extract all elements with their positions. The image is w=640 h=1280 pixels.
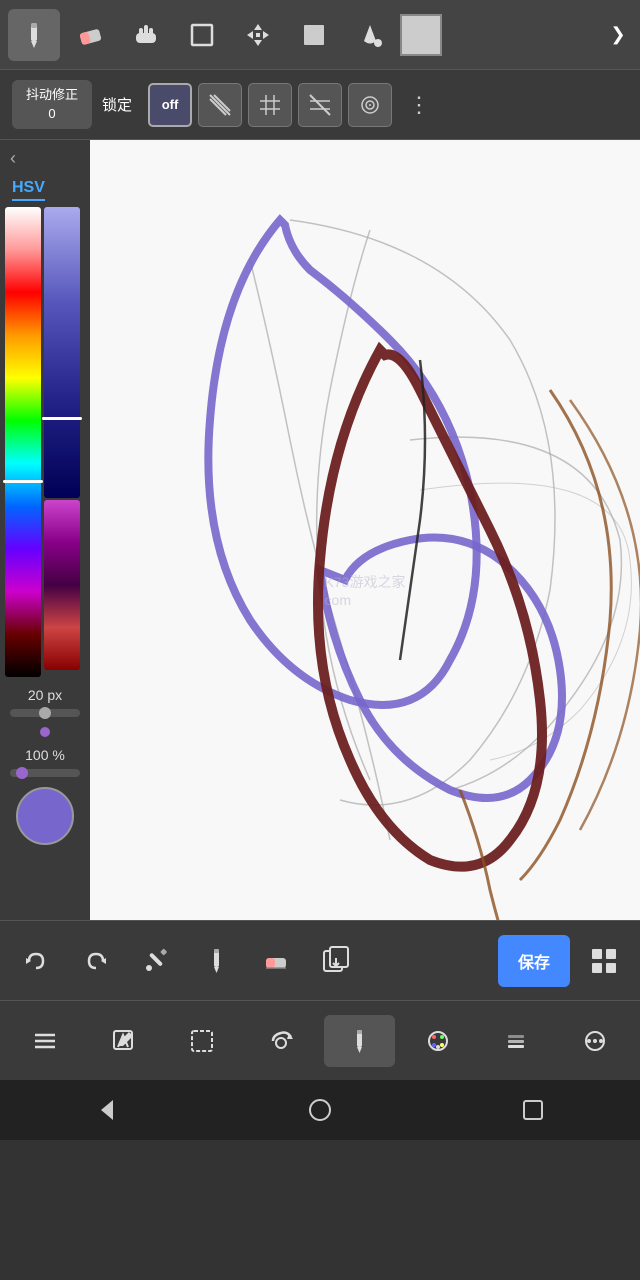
pencil-tool[interactable] — [8, 9, 60, 61]
select-button[interactable] — [167, 1015, 238, 1067]
stabilizer-bar: 抖动修正 0 锁定 off — [0, 70, 640, 140]
lock-icons: off — [148, 83, 392, 127]
edit-button[interactable] — [89, 1015, 160, 1067]
brush-size-slider[interactable] — [10, 709, 80, 717]
eraser-bottom[interactable] — [250, 935, 302, 987]
pipette-button[interactable] — [130, 935, 182, 987]
hsv-label[interactable]: HSV — [12, 179, 45, 201]
color-strips — [5, 207, 85, 677]
main-area: ‹ HSV 20 px 100 % — [0, 140, 640, 920]
more-btn[interactable]: ⋮ — [402, 92, 436, 118]
hue-strip[interactable] — [5, 207, 41, 677]
back-nav-button[interactable] — [77, 1088, 137, 1132]
canvas-area[interactable]: K73游戏之家com — [90, 140, 640, 920]
layers-button[interactable] — [481, 1015, 552, 1067]
top-toolbar: ❯ — [0, 0, 640, 70]
sat-strip-bottom[interactable] — [44, 500, 80, 669]
lock-grid-btn[interactable] — [248, 83, 292, 127]
opacity-slider[interactable] — [10, 769, 80, 777]
lock-label: 锁定 — [102, 94, 132, 115]
opacity-label: 100 % — [25, 747, 65, 763]
undo-button[interactable] — [10, 935, 62, 987]
move-tool[interactable] — [232, 9, 284, 61]
bottom-toolbar1: 保存 — [0, 920, 640, 1000]
rectangle-tool[interactable] — [176, 9, 228, 61]
fill-tool[interactable] — [344, 9, 396, 61]
pencil-tool-bottom[interactable] — [190, 935, 242, 987]
hand-tool[interactable] — [120, 9, 172, 61]
lock-radial-btn[interactable] — [348, 83, 392, 127]
menu-button[interactable] — [10, 1015, 81, 1067]
current-color-circle[interactable] — [16, 787, 74, 845]
stabilizer-button[interactable]: 抖动修正 0 — [12, 80, 92, 128]
nav-bar — [0, 1080, 640, 1140]
lock-off-btn[interactable]: off — [148, 83, 192, 127]
color-preview-top[interactable] — [400, 14, 442, 56]
save-button[interactable]: 保存 — [498, 935, 570, 987]
brush-active-button[interactable] — [324, 1015, 395, 1067]
sat-strip-top[interactable] — [44, 207, 80, 498]
rotate-button[interactable] — [246, 1015, 317, 1067]
redo-button[interactable] — [70, 935, 122, 987]
recent-nav-button[interactable] — [503, 1088, 563, 1132]
toolbar-expand[interactable]: ❯ — [604, 9, 632, 61]
square-fill-tool[interactable] — [288, 9, 340, 61]
export-button[interactable] — [310, 935, 362, 987]
brush-size-label: 20 px — [28, 687, 62, 703]
lock-diagonal-btn[interactable] — [198, 83, 242, 127]
eraser-tool[interactable] — [64, 9, 116, 61]
left-panel: ‹ HSV 20 px 100 % — [0, 140, 90, 920]
lock-horizontal-btn[interactable] — [298, 83, 342, 127]
palette-button[interactable] — [403, 1015, 474, 1067]
collapse-arrow[interactable]: ‹ — [10, 148, 16, 169]
bottom-toolbar2 — [0, 1000, 640, 1080]
grid-button[interactable] — [578, 935, 630, 987]
settings-dots-button[interactable] — [560, 1015, 631, 1067]
brush-preview-dot — [40, 727, 50, 737]
home-nav-button[interactable] — [290, 1088, 350, 1132]
